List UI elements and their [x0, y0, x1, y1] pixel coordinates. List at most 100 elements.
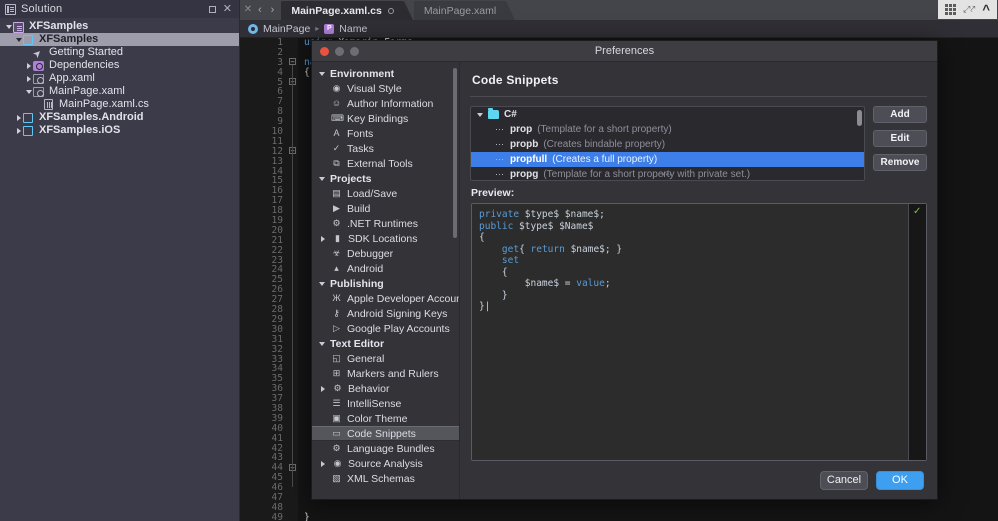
chevron-down-icon[interactable]: [319, 176, 325, 181]
fold-toggle[interactable]: −: [289, 58, 296, 66]
snippet-row-propfull[interactable]: ⋯ propfull (Creates a full property): [471, 152, 864, 167]
add-button[interactable]: Add: [873, 106, 927, 123]
twisty-open[interactable]: [24, 89, 33, 94]
grid-icon[interactable]: [945, 4, 957, 15]
tree-item-xfsamples[interactable]: XFSamples: [0, 33, 239, 46]
remove-button[interactable]: Remove: [873, 154, 927, 171]
nav-item-author-information[interactable]: ☺ Author Information: [312, 96, 459, 111]
nav-item-sdk-locations[interactable]: ▮ SDK Locations: [312, 231, 459, 246]
chevron-right-icon[interactable]: ›: [271, 5, 275, 16]
twisty-closed[interactable]: [24, 75, 33, 82]
edit-button[interactable]: Edit: [873, 130, 927, 147]
nav-item-external-tools[interactable]: ⧉ External Tools: [312, 156, 459, 171]
solution-tree[interactable]: XFSamples XFSamples ➤ Getting Started Depend…: [0, 18, 239, 137]
breadcrumb-item-class[interactable]: MainPage: [263, 23, 310, 35]
nav-group-projects[interactable]: Projects: [312, 171, 459, 186]
nav-item-tasks[interactable]: ✓ Tasks: [312, 141, 459, 156]
chevron-right-icon[interactable]: [321, 235, 325, 242]
chevron-down-icon[interactable]: [319, 71, 325, 76]
close-icon[interactable]: ✕: [240, 0, 256, 20]
tree-item-mainpage-xaml-cs[interactable]: MainPage.xaml.cs: [0, 98, 239, 111]
nav-item-load-save[interactable]: ▤ Load/Save: [312, 186, 459, 201]
close-icon[interactable]: ✕: [223, 3, 232, 14]
preferences-nav[interactable]: Environment ◉ Visual Style ☺ Author Informat…: [312, 62, 460, 499]
expand-icon[interactable]: ⤢⤤: [963, 4, 975, 15]
nav-item-markers-and-rulers[interactable]: ⊞ Markers and Rulers: [312, 366, 459, 381]
tree-item-app-xaml[interactable]: App.xaml: [0, 72, 239, 85]
nav-item-label: Author Information: [347, 97, 434, 110]
nav-item-android[interactable]: ▴ Android: [312, 261, 459, 276]
tree-item-label: XFSamples: [29, 20, 89, 32]
nav-item-code-snippets[interactable]: ▭ Code Snippets: [312, 426, 459, 441]
nav-item-source-analysis[interactable]: ◉ Source Analysis: [312, 456, 459, 471]
play-icon: ▶: [333, 203, 340, 213]
cancel-button[interactable]: Cancel: [820, 470, 868, 490]
snippet-description: (Creates bindable property): [543, 139, 666, 150]
nav-group-publishing[interactable]: Publishing: [312, 276, 459, 291]
twisty-closed[interactable]: [14, 127, 23, 134]
nav-group-label: Text Editor: [330, 337, 385, 350]
nav-group-text-editor[interactable]: Text Editor: [312, 336, 459, 351]
snippet-list-scrollbar[interactable]: [857, 110, 862, 126]
twisty-open[interactable]: [14, 37, 23, 42]
snippet-description: (Template for a short property): [537, 124, 672, 135]
nav-item-net-runtimes[interactable]: ⚙ .NET Runtimes: [312, 216, 459, 231]
nav-item-build[interactable]: ▶ Build: [312, 201, 459, 216]
chevron-down-icon[interactable]: [319, 281, 325, 286]
nav-item-label: Debugger: [347, 247, 394, 260]
chevron-right-icon[interactable]: [321, 460, 325, 467]
chevron-left-icon[interactable]: ‹: [258, 5, 262, 16]
chevron-right-icon[interactable]: [321, 385, 325, 392]
nav-item-android-signing-keys[interactable]: ⚷ Android Signing Keys: [312, 306, 459, 321]
tree-item-label: XFSamples: [39, 33, 99, 45]
nav-item-key-bindings[interactable]: ⌨ Key Bindings: [312, 111, 459, 126]
code-folding-column[interactable]: − − − −: [288, 38, 298, 521]
ok-button[interactable]: OK: [876, 470, 924, 490]
snippet-row-prop[interactable]: ⋯ prop (Template for a short property): [471, 122, 864, 137]
nav-item-color-theme[interactable]: ▣ Color Theme: [312, 411, 459, 426]
nav-item-label: External Tools: [347, 157, 413, 170]
tree-item-xfsamples[interactable]: XFSamples: [0, 20, 239, 33]
palette-icon: ▣: [332, 413, 341, 423]
resize-handle[interactable]: •••: [662, 170, 673, 179]
preview-code-line: }: [479, 289, 508, 301]
nav-item-debugger[interactable]: ☣ Debugger: [312, 246, 459, 261]
nav-group-environment[interactable]: Environment: [312, 66, 459, 81]
project-icon: [23, 112, 36, 123]
snippet-name: C#: [504, 109, 517, 120]
twisty-open[interactable]: [4, 24, 13, 29]
tab-mainpage-xaml[interactable]: MainPage.xaml: [413, 1, 516, 20]
nav-item-fonts[interactable]: A Fonts: [312, 126, 459, 141]
snippet-row-propb[interactable]: ⋯ propb (Creates bindable property): [471, 137, 864, 152]
tree-item-xfsamples-android[interactable]: XFSamples.Android: [0, 111, 239, 124]
nav-item-language-bundles[interactable]: ⚙ Language Bundles: [312, 441, 459, 456]
tree-item-mainpage-xaml[interactable]: MainPage.xaml: [0, 85, 239, 98]
snippet-list[interactable]: ••• C# ⋯ prop (Template for a short propert…: [470, 106, 865, 181]
twisty-closed[interactable]: [14, 114, 23, 121]
chevron-down-icon[interactable]: [477, 112, 483, 117]
nav-item-label: Visual Style: [347, 82, 402, 95]
snippet-row-c-[interactable]: C#: [471, 107, 864, 122]
nav-item-google-play-accounts[interactable]: ▷ Google Play Accounts: [312, 321, 459, 336]
tab-mainpage-xaml-cs[interactable]: MainPage.xaml.cs: [281, 1, 414, 20]
nav-item-apple-developer-accounts[interactable]: Ж Apple Developer Accounts: [312, 291, 459, 306]
nav-scrollbar[interactable]: [453, 68, 457, 238]
tree-item-dependencies[interactable]: Dependencies: [0, 59, 239, 72]
gear-icon: ⚙: [332, 218, 341, 228]
chevron-up-icon[interactable]: ^: [982, 3, 990, 16]
nav-item-intellisense[interactable]: ☰ IntelliSense: [312, 396, 459, 411]
android-icon: ▴: [334, 263, 339, 273]
preferences-titlebar[interactable]: Preferences: [312, 41, 937, 62]
breadcrumb[interactable]: MainPage ▸ P Name: [240, 20, 998, 38]
minimize-icon[interactable]: [208, 5, 216, 13]
chevron-down-icon[interactable]: [319, 341, 325, 346]
nav-item-behavior[interactable]: ⚙ Behavior: [312, 381, 459, 396]
nav-item-visual-style[interactable]: ◉ Visual Style: [312, 81, 459, 96]
nav-item-xml-schemas[interactable]: ▧ XML Schemas: [312, 471, 459, 486]
xaml-icon: [33, 86, 46, 97]
breadcrumb-item-property[interactable]: Name: [339, 23, 367, 35]
nav-item-general[interactable]: ◱ General: [312, 351, 459, 366]
tree-item-xfsamples-ios[interactable]: XFSamples.iOS: [0, 124, 239, 137]
twisty-closed[interactable]: [24, 62, 33, 69]
tree-item-getting-started[interactable]: ➤ Getting Started: [0, 46, 239, 61]
